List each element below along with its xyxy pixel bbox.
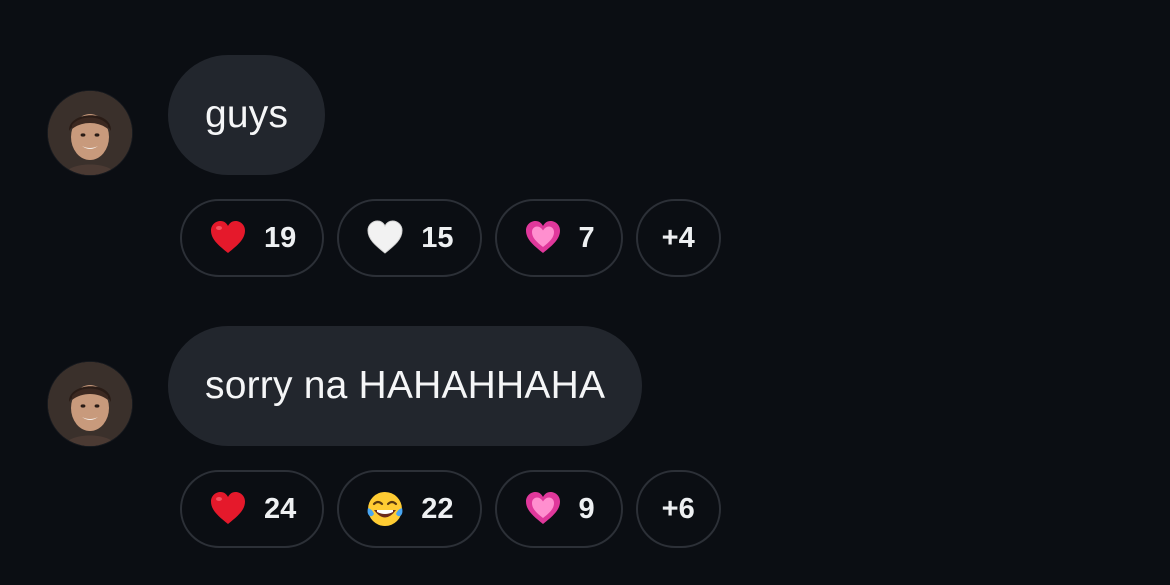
reaction-count: 22 <box>421 492 454 525</box>
reaction-laughing-tears[interactable]: 22 <box>337 470 482 548</box>
reaction-pink-heart[interactable]: 9 <box>494 470 623 548</box>
reaction-red-heart[interactable]: 19 <box>180 199 325 277</box>
red-heart-icon <box>208 218 248 258</box>
more-reactions-button[interactable]: +4 <box>635 199 721 277</box>
message-text: sorry na HAHAHHAHA <box>205 364 606 407</box>
message-bubble[interactable]: sorry na HAHAHHAHA <box>168 326 643 446</box>
user-avatar[interactable] <box>48 362 132 446</box>
message-text: guys <box>205 93 289 136</box>
reaction-bar: 19 15 7 +4 <box>180 199 721 277</box>
reaction-bar: 24 22 9 +6 <box>180 470 721 548</box>
more-reactions-count: +4 <box>661 221 695 254</box>
user-photo-avatar-icon <box>48 362 132 446</box>
more-reactions-count: +6 <box>661 492 695 525</box>
reaction-white-heart[interactable]: 15 <box>337 199 482 277</box>
pink-heart-icon <box>523 489 563 529</box>
red-heart-icon <box>208 489 248 529</box>
reaction-count: 19 <box>264 221 297 254</box>
reaction-count: 15 <box>421 221 454 254</box>
white-heart-icon <box>365 218 405 258</box>
message-bubble[interactable]: guys <box>168 55 326 175</box>
reaction-count: 24 <box>264 492 297 525</box>
user-avatar[interactable] <box>48 91 132 175</box>
reaction-count: 7 <box>578 221 595 254</box>
reaction-count: 9 <box>578 492 595 525</box>
user-photo-avatar-icon <box>48 91 132 175</box>
laughing-tears-icon <box>365 489 405 529</box>
reaction-pink-heart[interactable]: 7 <box>494 199 623 277</box>
reaction-red-heart[interactable]: 24 <box>180 470 325 548</box>
more-reactions-button[interactable]: +6 <box>635 470 721 548</box>
pink-heart-icon <box>523 218 563 258</box>
